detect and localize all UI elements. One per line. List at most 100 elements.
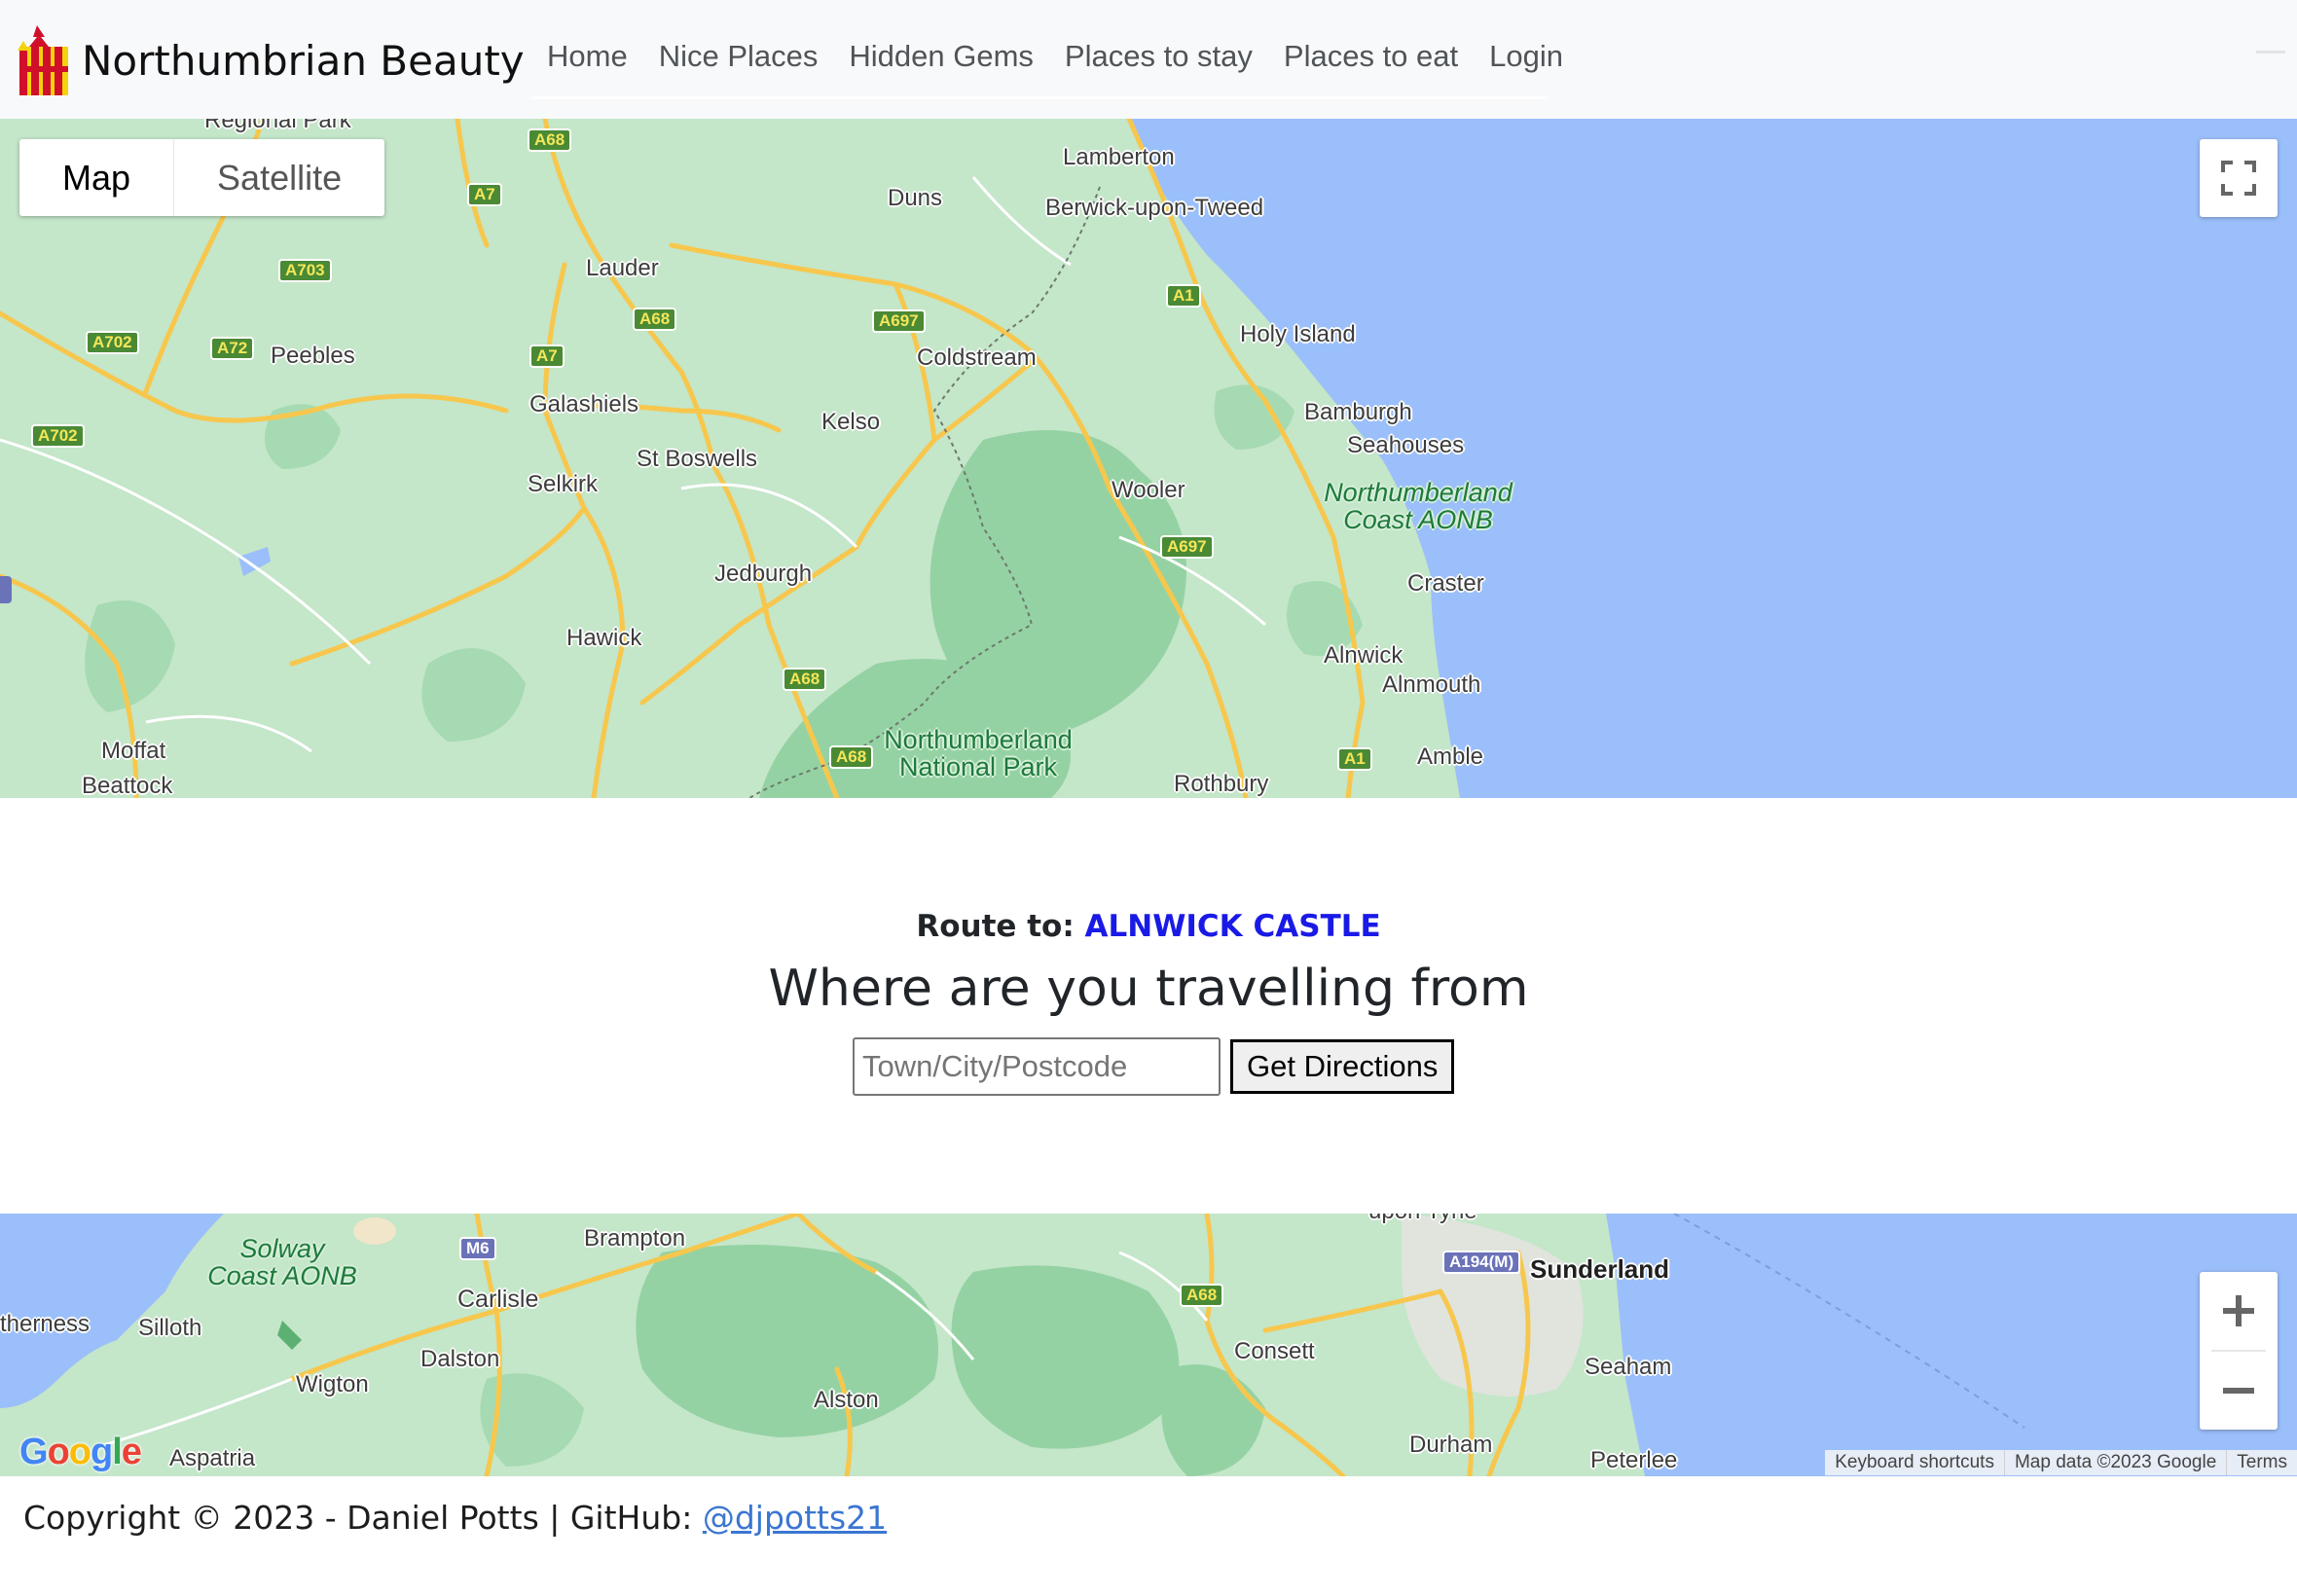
map-label-national-park-line2: National Park — [898, 752, 1058, 781]
map-label-lamberton: Lamberton — [1063, 144, 1175, 170]
route-destination: ALNWICK CASTLE — [1084, 909, 1381, 944]
map-label-aspatria: Aspatria — [169, 1445, 256, 1471]
map-label-consett: Consett — [1234, 1338, 1315, 1364]
fullscreen-button[interactable] — [2200, 139, 2278, 217]
map-label-solway-aonb: Solway Coast AONB — [195, 1235, 370, 1289]
zoom-out-button[interactable] — [2200, 1352, 2278, 1430]
route-prefix: Route to: — [916, 909, 1075, 944]
road-shield-a68: A68 — [633, 308, 677, 331]
brand-name: Northumbrian Beauty — [82, 36, 525, 85]
map-label-peebles: Peebles — [271, 343, 355, 369]
brand[interactable]: Northumbrian Beauty — [16, 21, 525, 99]
road-shield-m6: M6 — [459, 1237, 496, 1260]
map-type-control: Map Satellite — [19, 139, 385, 216]
map-label-silloth: Silloth — [138, 1315, 202, 1341]
map-label-rothbury: Rothbury — [1174, 771, 1269, 797]
map-label-upon-tyne: upon Tyne — [1368, 1214, 1477, 1225]
map-label-moffat: Moffat — [101, 738, 166, 764]
nav-home[interactable]: Home — [547, 23, 628, 74]
map-label-national-park-line1: Northumberland — [884, 725, 1073, 754]
map-label-amble: Amble — [1417, 744, 1484, 770]
map-label-national-park: Northumberland National Park — [866, 726, 1090, 780]
road-shield-a1: A1 — [1166, 284, 1201, 308]
map-label-wooler: Wooler — [1112, 477, 1185, 503]
map-label-coast-aonb-line1: Northumberland — [1324, 478, 1513, 507]
map-label-galashiels: Galashiels — [529, 391, 639, 417]
nav-links: Home Nice Places Hidden Gems Places to s… — [531, 0, 1563, 99]
map-attribution: Keyboard shortcuts Map data ©2023 Google… — [1825, 1450, 2297, 1475]
nav-places-to-stay[interactable]: Places to stay — [1065, 23, 1253, 74]
map-label-seahouses: Seahouses — [1347, 432, 1465, 458]
zoom-in-button[interactable] — [2200, 1272, 2278, 1350]
map-label-berwick: Berwick-upon-Tweed — [1045, 195, 1264, 221]
nav-places-to-eat[interactable]: Places to eat — [1284, 23, 1458, 74]
map-label-coast-aonb-line2: Coast AONB — [1343, 505, 1493, 534]
footer-copyright: Copyright © 2023 - Daniel Potts | GitHub… — [23, 1499, 693, 1537]
footer: Copyright © 2023 - Daniel Potts | GitHub… — [23, 1499, 887, 1537]
map-label-craster: Craster — [1407, 570, 1484, 597]
map-label-dalston: Dalston — [420, 1346, 500, 1372]
road-shield-a7: A7 — [467, 183, 502, 206]
map-label-jedburgh: Jedburgh — [714, 561, 813, 587]
map-label-wigton: Wigton — [296, 1371, 369, 1397]
get-directions-button[interactable]: Get Directions — [1230, 1039, 1455, 1094]
road-shield-a703: A703 — [278, 259, 332, 282]
road-shield-a194m: A194(M) — [1442, 1251, 1521, 1274]
github-link[interactable]: @djpotts21 — [703, 1499, 887, 1537]
map-label-st-boswells: St Boswells — [637, 446, 758, 472]
map-label-alston: Alston — [814, 1387, 879, 1413]
road-shield-a68: A68 — [1180, 1284, 1224, 1307]
map-label-therness: therness — [0, 1311, 91, 1337]
map-label-holy-island: Holy Island — [1240, 321, 1356, 347]
origin-input[interactable]: Town/City/Postcode — [853, 1037, 1221, 1096]
directions-heading: Where are you travelling from — [768, 960, 1529, 1018]
map-label-duns: Duns — [888, 185, 943, 211]
bottom-map[interactable]: upon Tyne Solway Coast AONB Brampton Sun… — [0, 1214, 2297, 1476]
map-type-map-button[interactable]: Map — [19, 139, 175, 216]
map-label-selkirk: Selkirk — [528, 471, 599, 497]
terms-link[interactable]: Terms — [2226, 1450, 2297, 1475]
map-type-satellite-button[interactable]: Satellite — [174, 139, 384, 216]
top-map[interactable]: Regional Park Lamberton Duns Berwick-upo… — [0, 119, 2297, 798]
fullscreen-icon — [2221, 161, 2256, 196]
directions-form: Town/City/Postcode Get Directions — [853, 1036, 1455, 1097]
map-label-alnwick: Alnwick — [1324, 642, 1404, 669]
map-label-durham: Durham — [1409, 1432, 1493, 1458]
northumberland-flag-icon — [18, 25, 68, 95]
map-label-hawick: Hawick — [566, 625, 642, 651]
minus-icon — [2223, 1388, 2254, 1394]
road-shield-a7: A7 — [529, 345, 565, 368]
keyboard-shortcuts-link[interactable]: Keyboard shortcuts — [1825, 1450, 2004, 1475]
road-shield-a68: A68 — [783, 668, 827, 691]
nav-hidden-gems[interactable]: Hidden Gems — [849, 23, 1034, 74]
map-label-solway-line1: Solway — [239, 1234, 325, 1263]
map-label-regional-park: Regional Park — [204, 119, 351, 133]
navbar: Northumbrian Beauty Home Nice Places Hid… — [0, 0, 2297, 119]
map-label-carlisle: Carlisle — [457, 1286, 539, 1313]
map-label-kelso: Kelso — [821, 409, 881, 435]
map-data-text: Map data ©2023 Google — [2003, 1450, 2226, 1475]
map-label-sunderland: Sunderland — [1530, 1254, 1670, 1284]
road-shield-a697: A697 — [1160, 535, 1214, 559]
nav-toggle[interactable] — [2256, 51, 2285, 54]
map-label-seaham: Seaham — [1585, 1354, 1672, 1380]
map-label-brampton: Brampton — [584, 1225, 686, 1251]
road-shield-a68: A68 — [829, 745, 874, 769]
map-label-lauder: Lauder — [586, 255, 659, 281]
nav-login[interactable]: Login — [1489, 23, 1563, 74]
road-shield-a68: A68 — [528, 128, 572, 152]
route-label: Route to: ALNWICK CASTLE — [0, 909, 2297, 944]
plus-icon — [2223, 1295, 2254, 1326]
road-shield-a1: A1 — [1337, 747, 1372, 771]
map-label-alnmouth: Alnmouth — [1382, 671, 1481, 698]
road-shield-a72: A72 — [210, 337, 255, 360]
road-shield-a702: A702 — [86, 331, 139, 354]
map-label-coast-aonb: Northumberland Coast AONB — [1316, 479, 1520, 533]
map-label-peterlee: Peterlee — [1590, 1447, 1678, 1473]
zoom-control — [2200, 1272, 2278, 1430]
map-label-beattock: Beattock — [82, 773, 173, 798]
map-label-coldstream: Coldstream — [917, 345, 1037, 371]
road-shield-a702: A702 — [31, 424, 85, 448]
google-logo[interactable]: Google — [19, 1432, 142, 1473]
nav-nice-places[interactable]: Nice Places — [659, 23, 819, 74]
